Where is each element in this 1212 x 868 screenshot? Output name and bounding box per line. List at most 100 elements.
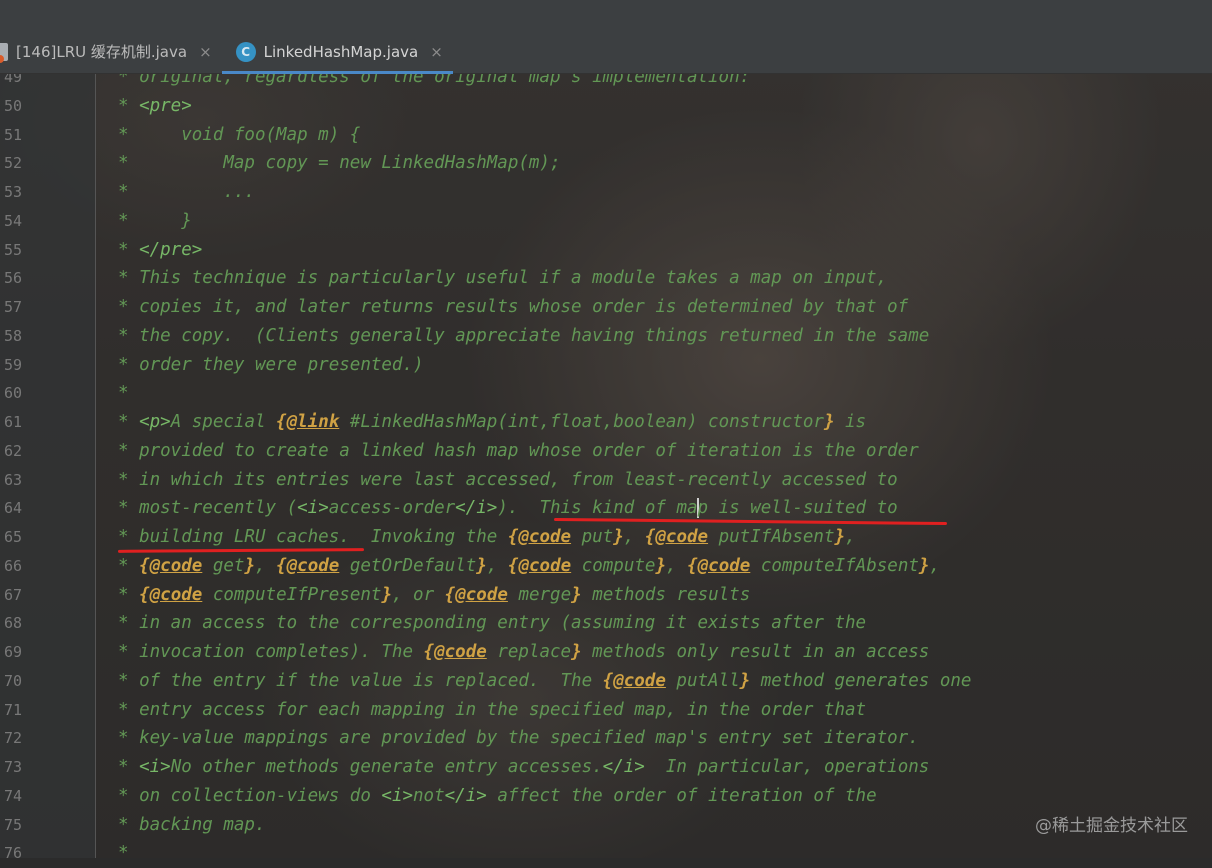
line-number: 65 xyxy=(3,528,22,546)
code-text: * {@code computeIfPresent}, or {@code me… xyxy=(118,581,750,610)
code-text: * provided to create a linked hash map w… xyxy=(118,437,919,466)
code-text: * ... xyxy=(118,178,255,207)
javadoc-tag: { xyxy=(139,555,150,576)
line-number: 70 xyxy=(3,671,22,690)
comment-text: not xyxy=(413,785,445,806)
javadoc-tag: } xyxy=(381,584,392,605)
comment-text: * xyxy=(118,239,140,260)
comment-text: putIfAbsent xyxy=(708,527,835,547)
window-top-strip xyxy=(0,0,1212,30)
comment-text: , xyxy=(845,527,856,547)
line-number: 64 xyxy=(3,499,22,518)
code-text: * This technique is particularly useful … xyxy=(118,264,887,293)
comment-text: methods only result in an access xyxy=(581,642,930,662)
comment-text: method generates one xyxy=(750,670,972,691)
comment-text: * void foo(Map m) { xyxy=(118,124,361,145)
comment-text: * building LRU caches. Invoking the xyxy=(118,527,508,547)
line-number: 56 xyxy=(3,269,22,288)
comment-text: * xyxy=(118,383,129,404)
line-number: 71 xyxy=(3,700,22,719)
javadoc-tag: { xyxy=(444,584,456,605)
comment-text: compute xyxy=(571,555,656,576)
comment-text: * xyxy=(118,412,140,432)
close-icon[interactable]: × xyxy=(430,43,443,61)
comment-text: replace xyxy=(486,642,572,662)
comment-text: No other methods generate entry accesses… xyxy=(170,757,603,777)
code-text: * most-recently (<i>access-order</i>). T… xyxy=(118,494,898,523)
javadoc-tag: @code xyxy=(434,642,487,662)
close-icon[interactable]: × xyxy=(199,43,212,61)
code-text: * <p>A special {@link #LinkedHashMap(int… xyxy=(118,408,866,437)
javadoc-tag: @code xyxy=(149,584,203,605)
html-tag: <i> xyxy=(139,757,171,777)
code-text: * backing map. xyxy=(118,811,266,840)
javadoc-tag: @code xyxy=(655,527,709,547)
comment-text: , xyxy=(929,555,940,576)
line-number: 61 xyxy=(3,413,22,431)
javadoc-tag: { xyxy=(139,584,150,605)
comment-text: getOrDefault xyxy=(339,555,477,576)
code-editor[interactable]: 49 * original, regardless of the original… xyxy=(4,67,1212,863)
comment-text: , or xyxy=(391,584,445,605)
html-tag: </pre> xyxy=(139,239,203,260)
line-number: 74 xyxy=(3,786,22,805)
html-tag: </i> xyxy=(455,498,498,519)
comment-text: * Map copy = new LinkedHashMap(m); xyxy=(118,153,561,174)
java-file-icon xyxy=(0,42,8,63)
code-text: * the copy. (Clients generally appreciat… xyxy=(118,322,929,351)
tab-lru-cache-java[interactable]: [146]LRU 缓存机制.java × xyxy=(0,30,222,73)
comment-text: * on collection-views do xyxy=(118,785,382,806)
html-tag: <p> xyxy=(139,412,171,432)
code-text: * entry access for each mapping in the s… xyxy=(118,696,866,725)
code-text: * xyxy=(118,839,129,868)
code-text: * invocation completes). The {@code repl… xyxy=(118,638,929,667)
javadoc-tag: { xyxy=(423,642,435,662)
comment-text: * xyxy=(118,584,140,605)
comment-text: * xyxy=(118,757,140,777)
javadoc-tag: { xyxy=(276,555,287,576)
html-tag: </i> xyxy=(602,757,645,777)
javadoc-tag: @code xyxy=(613,670,666,691)
line-number: 55 xyxy=(3,240,22,259)
comment-text: ). This kind of ma xyxy=(497,498,698,519)
watermark: @稀土掘金技术社区 xyxy=(1035,816,1188,836)
javadoc-tag: } xyxy=(918,555,930,576)
line-number: 69 xyxy=(3,643,22,661)
comment-text: computeIfAbsent xyxy=(750,555,919,576)
comment-text: * key-value mappings are provided by the… xyxy=(118,728,919,749)
code-text: * Map copy = new LinkedHashMap(m); xyxy=(118,149,561,178)
html-tag: <i> xyxy=(381,785,414,806)
javadoc-tag: @code xyxy=(697,555,751,576)
editor-tab-bar: [146]LRU 缓存机制.java × C LinkedHashMap.jav… xyxy=(0,30,1212,74)
line-number: 58 xyxy=(3,326,22,345)
tab-linkedhashmap-java[interactable]: C LinkedHashMap.java × xyxy=(221,30,453,74)
comment-text: * entry access for each mapping in the s… xyxy=(118,699,867,720)
html-tag: <i> xyxy=(297,498,329,519)
code-text: * in an access to the corresponding entr… xyxy=(118,609,866,638)
javadoc-tag: } xyxy=(739,670,751,691)
javadoc-tag: { xyxy=(507,555,519,576)
comment-text: #LinkedHashMap(int,float,boolean) constr… xyxy=(339,412,824,432)
comment-text: putAll xyxy=(665,670,740,691)
javadoc-tag: @code xyxy=(286,555,340,576)
code-text: * building LRU caches. Invoking the {@co… xyxy=(118,523,856,552)
comment-text: access-order xyxy=(328,498,456,519)
code-text: * xyxy=(118,379,129,408)
line-number: 52 xyxy=(3,154,22,173)
line-number: 63 xyxy=(3,470,22,489)
line-number: 72 xyxy=(3,729,22,748)
code-text: * in which its entries were last accesse… xyxy=(118,466,898,495)
comment-text: , xyxy=(255,555,277,576)
comment-text: p is well-suited to xyxy=(697,498,898,519)
comment-text: , xyxy=(666,555,688,576)
comment-text: * invocation completes). The xyxy=(118,642,424,662)
comment-text: * of the entry if the value is replaced.… xyxy=(118,670,603,691)
comment-text: get xyxy=(202,555,245,576)
comment-text: * xyxy=(118,843,129,864)
line-number: 66 xyxy=(3,556,22,575)
comment-text: * copies it, and later returns results w… xyxy=(118,297,909,317)
comment-text: * backing map. xyxy=(118,814,266,835)
line-number: 54 xyxy=(3,211,22,230)
javadoc-tag: } xyxy=(613,527,624,547)
javadoc-tag: } xyxy=(655,555,666,576)
